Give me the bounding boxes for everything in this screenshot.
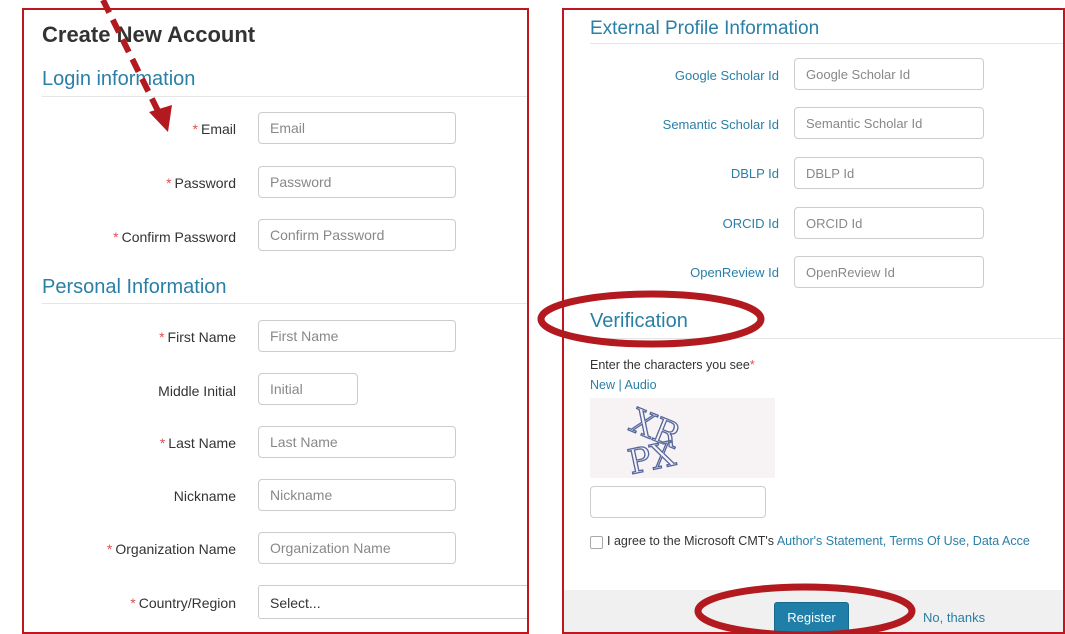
middle-initial-label: Middle Initial — [158, 383, 236, 399]
create-account-panel: Create New Account Login information * Em… — [22, 8, 529, 634]
organization-label: * Organization Name — [106, 541, 236, 557]
register-button[interactable]: Register — [774, 602, 849, 632]
no-thanks-link[interactable]: No, thanks — [923, 610, 985, 625]
organization-field[interactable] — [258, 532, 456, 564]
email-label: * Email — [192, 121, 236, 137]
agree-checkbox[interactable] — [590, 536, 603, 549]
agree-text: I agree to the Microsoft CMT's Author's … — [607, 534, 1030, 548]
captcha-links: New | Audio — [590, 378, 657, 392]
captcha-input[interactable] — [590, 486, 766, 518]
last-name-field[interactable] — [258, 426, 456, 458]
first-name-field[interactable] — [258, 320, 456, 352]
verification-heading: Verification — [590, 310, 688, 332]
country-select[interactable]: Select... — [258, 585, 527, 619]
personal-info-heading: Personal Information — [42, 276, 227, 298]
dblp-label: DBLP Id — [730, 166, 779, 181]
captcha-audio-link[interactable]: Audio — [625, 378, 657, 392]
nickname-label: Nickname — [173, 488, 236, 504]
dblp-field[interactable] — [794, 157, 984, 189]
captcha-new-link[interactable]: New — [590, 378, 615, 392]
page-title: Create New Account — [42, 22, 256, 47]
openreview-field[interactable] — [794, 256, 984, 288]
login-info-heading: Login information — [42, 68, 196, 90]
first-name-label: * First Name — [159, 329, 236, 345]
external-profile-heading: External Profile Information — [590, 18, 820, 39]
google-scholar-field[interactable] — [794, 58, 984, 90]
country-label: * Country/Region — [130, 595, 236, 611]
confirm-password-field[interactable] — [258, 219, 456, 251]
divider — [590, 43, 1063, 44]
orcid-label: ORCID Id — [722, 216, 779, 231]
orcid-field[interactable] — [794, 207, 984, 239]
password-label: * Password — [166, 175, 236, 191]
openreview-label: OpenReview Id — [690, 265, 779, 280]
semantic-scholar-field[interactable] — [794, 107, 984, 139]
external-profile-panel: External Profile Information Google Scho… — [562, 8, 1065, 634]
password-field[interactable] — [258, 166, 456, 198]
email-field[interactable] — [258, 112, 456, 144]
captcha-image: XR PX — [590, 398, 775, 478]
captcha-prompt: Enter the characters you see* — [590, 358, 755, 372]
last-name-label: * Last Name — [159, 435, 236, 451]
divider — [590, 338, 1063, 339]
semantic-scholar-label: Semantic Scholar Id — [662, 117, 779, 132]
confirm-password-label: * Confirm Password — [113, 229, 236, 245]
middle-initial-field[interactable] — [258, 373, 358, 405]
agreement-links[interactable]: Author's Statement, Terms Of Use, Data A… — [777, 534, 1030, 548]
google-scholar-label: Google Scholar Id — [674, 68, 779, 83]
divider — [42, 303, 527, 304]
divider — [42, 96, 527, 97]
form-footer: Register No, thanks — [564, 590, 1063, 632]
nickname-field[interactable] — [258, 479, 456, 511]
